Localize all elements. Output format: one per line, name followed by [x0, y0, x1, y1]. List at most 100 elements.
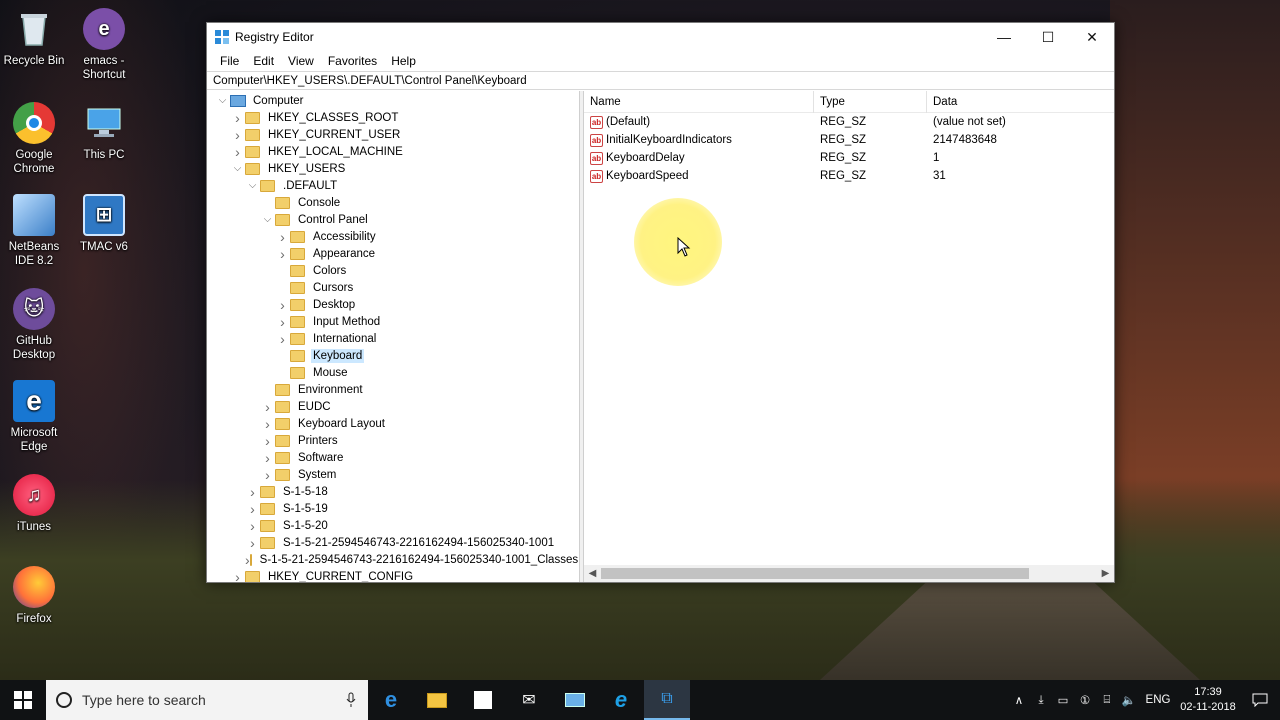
taskbar-network[interactable]: [552, 680, 598, 720]
registry-editor-window[interactable]: Registry Editor — ☐ ✕ File Edit View Fav…: [206, 22, 1115, 583]
menu-help[interactable]: Help: [384, 54, 423, 68]
chevron-right-icon[interactable]: ›: [245, 484, 260, 500]
maximize-button[interactable]: ☐: [1026, 23, 1070, 51]
tree-node[interactable]: ⌵ Computer: [207, 92, 579, 109]
value-row[interactable]: ab KeyboardSpeed REG_SZ 31: [584, 167, 1114, 185]
action-center-icon[interactable]: [1240, 693, 1280, 707]
language-indicator[interactable]: ENG: [1140, 694, 1176, 706]
taskbar-file-explorer[interactable]: [414, 680, 460, 720]
chevron-right-icon[interactable]: ›: [245, 501, 260, 517]
value-row[interactable]: ab InitialKeyboardIndicators REG_SZ 2147483…: [584, 131, 1114, 149]
address-bar[interactable]: Computer\HKEY_USERS\.DEFAULT\Control Pan…: [207, 71, 1114, 90]
tree-node[interactable]: ⌵ Control Panel: [207, 211, 579, 228]
title-bar[interactable]: Registry Editor — ☐ ✕: [207, 23, 1114, 51]
firefox-shortcut[interactable]: Firefox: [0, 566, 68, 626]
tree-node[interactable]: › S-1-5-20: [207, 517, 579, 534]
close-button[interactable]: ✕: [1070, 23, 1114, 51]
tree-node[interactable]: Cursors: [207, 279, 579, 296]
chevron-right-icon[interactable]: ›: [275, 229, 290, 245]
tree-node[interactable]: › S-1-5-21-2594546743-2216162494-15602534…: [207, 551, 579, 568]
menu-edit[interactable]: Edit: [246, 54, 281, 68]
tree-node[interactable]: Keyboard: [207, 347, 579, 364]
chevron-right-icon[interactable]: ›: [260, 416, 275, 432]
tree-node[interactable]: › Desktop: [207, 296, 579, 313]
chevron-right-icon[interactable]: ›: [260, 450, 275, 466]
taskbar-regedit[interactable]: ⧉: [644, 680, 690, 720]
tree-node[interactable]: › Appearance: [207, 245, 579, 262]
taskbar-mail[interactable]: ✉: [506, 680, 552, 720]
tray-network-icon[interactable]: ⌸: [1096, 694, 1118, 707]
chevron-right-icon[interactable]: ›: [230, 569, 245, 583]
clock[interactable]: 17:39 02-11-2018: [1176, 685, 1240, 715]
value-row[interactable]: ab KeyboardDelay REG_SZ 1: [584, 149, 1114, 167]
tray-expand-icon[interactable]: ∧: [1008, 693, 1030, 707]
google-chrome-shortcut[interactable]: Google Chrome: [0, 102, 68, 176]
chevron-right-icon[interactable]: ›: [260, 467, 275, 483]
chevron-right-icon[interactable]: ›: [275, 297, 290, 313]
chevron-right-icon[interactable]: ›: [245, 535, 260, 551]
menu-view[interactable]: View: [281, 54, 321, 68]
taskbar-edge[interactable]: e: [368, 680, 414, 720]
tree-node[interactable]: › Keyboard Layout: [207, 415, 579, 432]
this-pc-shortcut[interactable]: This PC: [70, 102, 138, 162]
tree-node[interactable]: › EUDC: [207, 398, 579, 415]
tree-node[interactable]: › S-1-5-21-2594546743-2216162494-15602534…: [207, 534, 579, 551]
tray-download-icon[interactable]: ⤓: [1030, 694, 1052, 707]
column-type-header[interactable]: Type: [814, 90, 927, 113]
chevron-right-icon[interactable]: ›: [230, 110, 245, 126]
horizontal-scrollbar[interactable]: ◀ ▶: [584, 565, 1114, 582]
scroll-right-icon[interactable]: ▶: [1097, 568, 1114, 579]
itunes-shortcut[interactable]: ♫ iTunes: [0, 474, 68, 534]
chevron-right-icon[interactable]: ›: [275, 246, 290, 262]
tree-node[interactable]: ⌵ HKEY_USERS: [207, 160, 579, 177]
tree-node[interactable]: Console: [207, 194, 579, 211]
tree-node[interactable]: › Input Method: [207, 313, 579, 330]
chevron-down-icon[interactable]: ⌵: [230, 163, 245, 174]
taskbar-search[interactable]: Type here to search: [46, 680, 368, 720]
chevron-right-icon[interactable]: ›: [260, 399, 275, 415]
chevron-right-icon[interactable]: ›: [230, 144, 245, 160]
tree-node[interactable]: › International: [207, 330, 579, 347]
chevron-down-icon[interactable]: ⌵: [215, 95, 230, 106]
chevron-down-icon[interactable]: ⌵: [260, 214, 275, 225]
taskbar-internet-explorer[interactable]: e: [598, 680, 644, 720]
scroll-left-icon[interactable]: ◀: [584, 568, 601, 579]
chevron-right-icon[interactable]: ›: [245, 518, 260, 534]
column-data-header[interactable]: Data: [927, 91, 1112, 113]
tree-node[interactable]: › Software: [207, 449, 579, 466]
tray-device-icon[interactable]: ▭: [1052, 693, 1074, 707]
chevron-right-icon[interactable]: ›: [260, 433, 275, 449]
recycle-bin-shortcut[interactable]: Recycle Bin: [0, 8, 68, 68]
start-button[interactable]: [0, 680, 46, 720]
tree-node[interactable]: Colors: [207, 262, 579, 279]
taskbar-store[interactable]: [460, 680, 506, 720]
chevron-right-icon[interactable]: ›: [230, 127, 245, 143]
github-desktop-shortcut[interactable]: 🐱 GitHub Desktop: [0, 288, 68, 362]
chevron-down-icon[interactable]: ⌵: [245, 180, 260, 191]
emacs-shortcut[interactable]: e emacs - Shortcut: [70, 8, 138, 82]
microsoft-edge-shortcut[interactable]: e Microsoft Edge: [0, 380, 68, 454]
tree-node[interactable]: › HKEY_CURRENT_USER: [207, 126, 579, 143]
menu-favorites[interactable]: Favorites: [321, 54, 384, 68]
minimize-button[interactable]: —: [982, 23, 1026, 51]
tree-node[interactable]: › System: [207, 466, 579, 483]
scroll-thumb[interactable]: [601, 568, 1029, 579]
tree-node[interactable]: Mouse: [207, 364, 579, 381]
key-tree[interactable]: ⌵ Computer › HKEY_CLASSES_ROOT › HKEY_CURRENT…: [207, 91, 580, 582]
volume-icon[interactable]: 🔈: [1118, 693, 1140, 707]
microphone-icon[interactable]: [346, 692, 356, 708]
column-name-header[interactable]: Name: [584, 90, 814, 113]
tree-node[interactable]: › S-1-5-19: [207, 500, 579, 517]
tmac-shortcut[interactable]: ⊞ TMAC v6: [70, 194, 138, 254]
netbeans-shortcut[interactable]: NetBeans IDE 8.2: [0, 194, 68, 268]
tree-node[interactable]: › S-1-5-18: [207, 483, 579, 500]
tree-node[interactable]: › HKEY_LOCAL_MACHINE: [207, 143, 579, 160]
values-list[interactable]: Name Type Data ab (Default) REG_SZ (value n…: [584, 90, 1114, 582]
tree-node[interactable]: › HKEY_CURRENT_CONFIG: [207, 568, 579, 582]
chevron-right-icon[interactable]: ›: [275, 314, 290, 330]
tray-badge-icon[interactable]: ①: [1074, 693, 1096, 707]
chevron-right-icon[interactable]: ›: [245, 552, 250, 568]
tree-node[interactable]: › HKEY_CLASSES_ROOT: [207, 109, 579, 126]
tree-node[interactable]: › Printers: [207, 432, 579, 449]
tree-node[interactable]: Environment: [207, 381, 579, 398]
